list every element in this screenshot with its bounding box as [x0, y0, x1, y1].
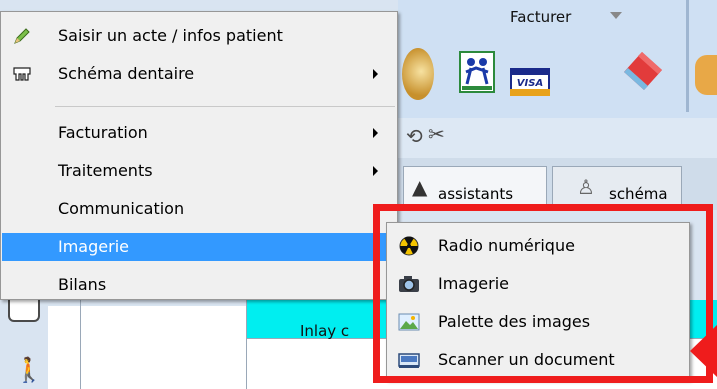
- menu-item-facturation[interactable]: Facturation: [2, 119, 396, 147]
- grid-divider: [80, 300, 81, 389]
- teeth-icon: [12, 64, 32, 84]
- menu-item-traitements[interactable]: Traitements: [2, 157, 396, 185]
- submenu-arrow-icon: [373, 128, 378, 138]
- menu-item-schema-dentaire[interactable]: Schéma dentaire: [2, 60, 396, 88]
- coin-icon[interactable]: [402, 48, 434, 100]
- invoice-people-icon[interactable]: [458, 50, 496, 94]
- facturer-dropdown-icon[interactable]: [610, 12, 622, 19]
- pencil-icon: [12, 26, 32, 46]
- tools-icon[interactable]: ✂: [428, 122, 445, 146]
- annotation-arrow-icon: [690, 325, 717, 377]
- toolbar-divider: [686, 0, 689, 112]
- menu-item-label: Saisir un acte / infos patient: [58, 26, 283, 45]
- visa-label: VISA: [517, 78, 543, 89]
- menu-item-label: Communication: [58, 199, 185, 218]
- toolbar-item-icon[interactable]: [695, 55, 717, 95]
- grid-cell-text: Inlay c: [300, 322, 350, 340]
- menu-item-label: Imagerie: [58, 237, 129, 256]
- wizard-hat-icon: ▲: [412, 175, 428, 199]
- eraser-icon[interactable]: [618, 48, 668, 92]
- visa-card-icon[interactable]: VISA: [510, 68, 550, 96]
- menu-separator: [55, 106, 395, 107]
- menu-item-label: Traitements: [58, 161, 153, 180]
- left-panel-tab[interactable]: [8, 300, 40, 322]
- annotation-highlight-box: [373, 204, 713, 383]
- menu-item-saisir-acte[interactable]: Saisir un acte / infos patient: [2, 22, 396, 50]
- menu-item-label: Facturation: [58, 123, 148, 142]
- tooth-icon: ♙: [577, 175, 595, 199]
- facturer-group-label[interactable]: Facturer: [510, 8, 571, 26]
- menu-item-communication[interactable]: Communication: [2, 195, 396, 223]
- person-icon[interactable]: 🚶: [14, 356, 44, 384]
- context-menu: Saisir un acte / infos patient Schéma de…: [0, 11, 398, 300]
- menu-item-label: Schéma dentaire: [58, 64, 195, 83]
- tab-assistants-label: assistants: [438, 185, 514, 203]
- tab-schema-label: schéma: [609, 185, 668, 203]
- menu-item-label: Bilans: [58, 275, 107, 294]
- submenu-arrow-icon: [373, 166, 378, 176]
- history-icon[interactable]: ⟲: [406, 124, 423, 148]
- secondary-toolbar: [398, 118, 717, 158]
- menu-item-imagerie[interactable]: Imagerie: [2, 233, 396, 261]
- menu-item-bilans[interactable]: Bilans: [2, 271, 396, 299]
- submenu-arrow-icon: [373, 69, 378, 79]
